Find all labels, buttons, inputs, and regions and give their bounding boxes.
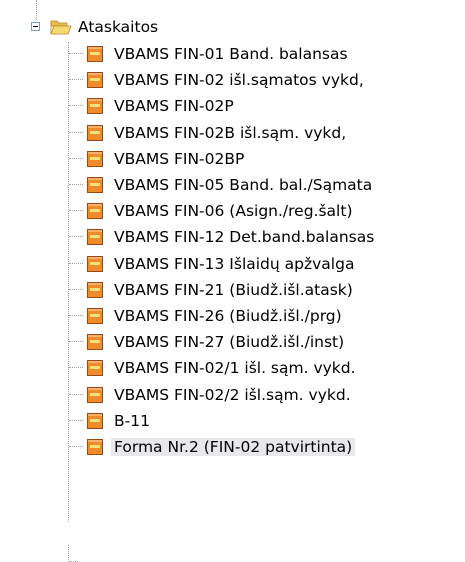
tree-guide-line [69,53,83,54]
tree-item-label: VBAMS FIN-26 (Biudž.išl./prg) [114,307,342,325]
tree-item-label: VBAMS FIN-02BP [114,149,245,168]
tree-item-label: VBAMS FIN-01 Band. balansas [114,45,348,63]
report-icon [87,46,103,62]
folder-label: Ataskaitos [78,18,159,36]
tree-item-label: VBAMS FIN-13 Išlaidų apžvalga [114,254,355,273]
tree-item[interactable]: VBAMS FIN-27 (Biudž.išl./inst) [0,329,465,355]
report-icon [87,255,103,272]
tree-guide-line [69,79,83,81]
tree-item-label: VBAMS FIN-05 Band. bal./Sąmata [114,176,373,194]
report-icon [87,412,103,429]
report-icon [87,281,103,298]
report-icon [87,98,103,115]
tree-guide-line [69,105,83,107]
tree-item[interactable]: VBAMS FIN-02/2 išl.sąm. vykd. [0,382,465,408]
tree-guide-line [69,184,83,185]
tree-item[interactable]: Forma Nr.2 (FIN-02 patvirtinta) [0,434,465,460]
tree-item-label: VBAMS FIN-27 (Biudž.išl./inst) [114,333,345,352]
tree-item-label: Forma Nr.2 (FIN-02 patvirtinta) [111,438,356,456]
report-icon [87,150,103,167]
report-icon [87,360,103,377]
report-icon [87,203,103,220]
tree-item[interactable]: VBAMS FIN-02B išl.sąm. vykd, [0,120,465,146]
tree-guide-line [69,446,83,447]
report-icon [87,124,103,141]
tree-item-label: B-11 [114,411,150,430]
tree-guide-line [69,393,83,395]
tree-guide-line [69,262,83,264]
report-icon [87,229,103,246]
folder-open-icon [50,20,72,35]
tree-guide-line [68,545,69,562]
report-icon [87,72,103,89]
tree-item[interactable]: B-11 [0,408,465,434]
tree-guide-line [69,367,83,369]
tree-guide-line [69,131,83,133]
report-icon [87,334,103,351]
tree-item[interactable]: VBAMS FIN-05 Band. bal./Sąmata [0,172,465,198]
tree-item-label: VBAMS FIN-02 išl.sąmatos vykd, [114,71,364,90]
tree-item[interactable]: VBAMS FIN-02/1 išl. sąm. vykd. [0,355,465,381]
tree-guide-line [69,236,83,238]
report-icon [87,308,103,324]
report-icon [87,439,103,455]
tree-item-label: VBAMS FIN-02/2 išl.sąm. vykd. [114,385,351,404]
tree-guide-line [69,315,83,316]
tree-item-label: VBAMS FIN-02/1 išl. sąm. vykd. [114,359,356,378]
collapse-toggle-icon[interactable] [31,22,40,31]
tree-guide-line [69,341,83,343]
tree-item[interactable]: VBAMS FIN-02P [0,93,465,119]
tree-item-label: VBAMS FIN-02P [114,97,234,116]
report-icon [87,177,103,193]
report-icon [87,386,103,403]
tree-item[interactable]: VBAMS FIN-21 (Biudž.išl.atask) [0,277,465,303]
tree-item-label: VBAMS FIN-06 (Asign./reg.šalt) [114,202,353,221]
tree-item[interactable]: VBAMS FIN-13 Išlaidų apžvalga [0,251,465,277]
tree-item[interactable]: VBAMS FIN-06 (Asign./reg.šalt) [0,198,465,224]
tree-item[interactable]: VBAMS FIN-12 Det.band.balansas [0,224,465,250]
tree-guide-line [69,157,83,159]
tree-item[interactable]: VBAMS FIN-02BP [0,146,465,172]
tree-node-ataskaitos[interactable]: Ataskaitos [0,14,465,40]
tree-item-label: VBAMS FIN-02B išl.sąm. vykd, [114,123,347,142]
tree-item[interactable]: VBAMS FIN-02 išl.sąmatos vykd, [0,67,465,93]
tree-guide-line [69,419,83,421]
tree-guide-line [69,288,83,290]
tree-item-label: VBAMS FIN-12 Det.band.balansas [114,228,375,247]
tree-item[interactable]: VBAMS FIN-01 Band. balansas [0,41,465,67]
report-tree: Ataskaitos VBAMS FIN-01 Band. balansas VB… [0,0,465,562]
tree-guide-line [69,210,83,212]
tree-item[interactable]: VBAMS FIN-26 (Biudž.išl./prg) [0,303,465,329]
tree-item-label: VBAMS FIN-21 (Biudž.išl.atask) [114,280,353,299]
